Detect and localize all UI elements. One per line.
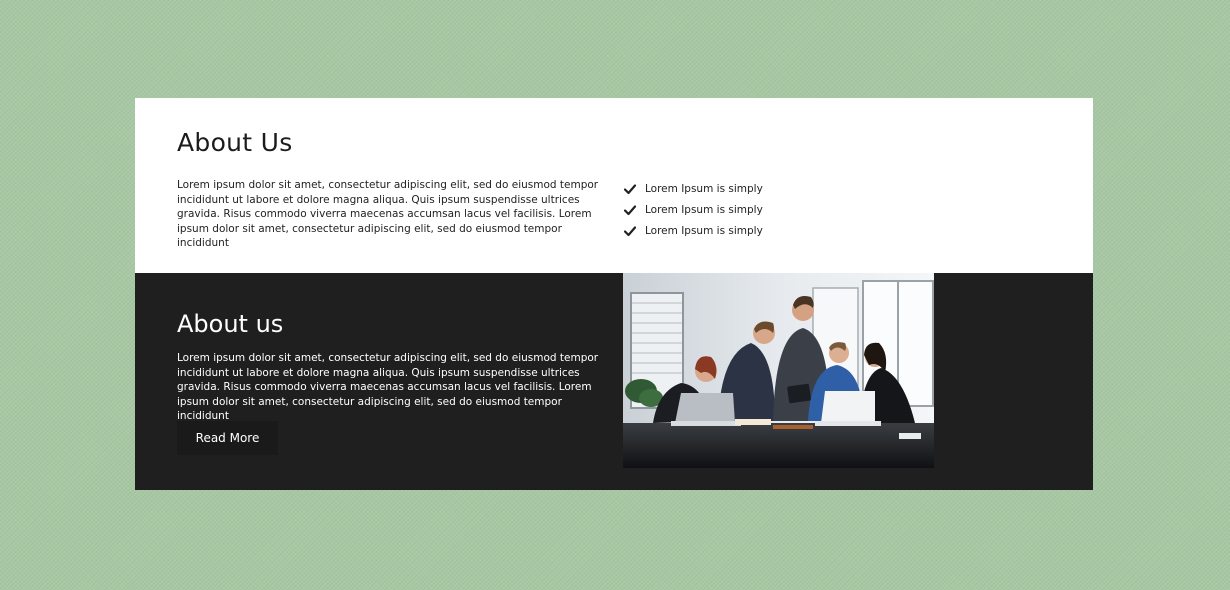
check-icon — [624, 183, 636, 194]
checklist-item-label: Lorem Ipsum is simply — [645, 182, 763, 195]
read-more-button[interactable]: Read More — [177, 421, 278, 455]
checklist-item: Lorem Ipsum is simply — [624, 199, 763, 220]
about-us-paragraph: Lorem ipsum dolor sit amet, consectetur … — [177, 352, 599, 422]
checklist-item: Lorem Ipsum is simply — [624, 220, 763, 241]
check-icon — [624, 225, 636, 236]
about-bottom-section: About us Lorem ipsum dolor sit amet, con… — [135, 273, 1093, 490]
about-title: About Us — [177, 128, 293, 157]
about-us-title: About us — [177, 310, 284, 338]
about-top-section: About Us Lorem ipsum dolor sit amet, con… — [135, 98, 1093, 273]
feature-checklist: Lorem Ipsum is simply Lorem Ipsum is sim… — [624, 178, 763, 241]
about-card: About Us Lorem ipsum dolor sit amet, con… — [135, 98, 1093, 490]
about-paragraph: Lorem ipsum dolor sit amet, consectetur … — [177, 179, 599, 249]
office-team-photo — [623, 273, 934, 468]
checklist-item-label: Lorem Ipsum is simply — [645, 203, 763, 216]
checklist-item-label: Lorem Ipsum is simply — [645, 224, 763, 237]
check-icon — [624, 204, 636, 215]
checklist-item: Lorem Ipsum is simply — [624, 178, 763, 199]
